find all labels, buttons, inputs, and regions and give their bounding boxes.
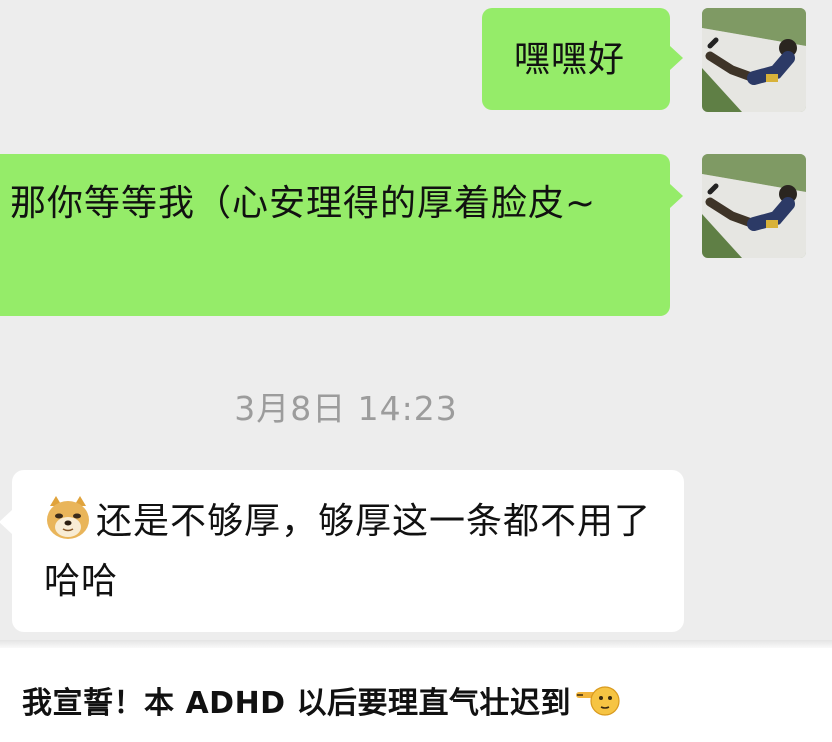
caption: 我宣誓！本 ADHD 以后要理直气壮迟到 bbox=[22, 678, 621, 722]
bubble-tail bbox=[670, 184, 683, 208]
bubble-tail bbox=[670, 46, 683, 70]
avatar-photo-icon bbox=[702, 8, 806, 112]
avatar-self-2[interactable] bbox=[702, 154, 806, 258]
timestamp: 3月8日 14:23 bbox=[234, 389, 458, 428]
message-text: 还是不够厚，够厚这一条都不用了哈哈 bbox=[44, 501, 652, 602]
message-text: 那你等等我（心安理得的厚着脸皮~ bbox=[10, 183, 597, 224]
message-text-wrapper: 还是不够厚，够厚这一条都不用了哈哈 bbox=[44, 492, 664, 612]
doge-emoji-icon bbox=[44, 494, 92, 542]
message-bubble-self-1[interactable]: 嘿嘿好 bbox=[482, 8, 670, 110]
message-bubble-other[interactable]: 还是不够厚，够厚这一条都不用了哈哈 bbox=[12, 470, 684, 632]
caption-text: 我宣誓！本 ADHD 以后要理直气壮迟到 bbox=[22, 686, 572, 721]
message-text: 嘿嘿好 bbox=[514, 39, 626, 80]
avatar-self-1[interactable] bbox=[702, 8, 806, 112]
chat-screenshot: 嘿嘿好 那你等等我（心安理得的厚着脸皮~ 3月8日 14:23 还是不够厚，够厚… bbox=[0, 0, 832, 648]
message-bubble-self-2[interactable]: 那你等等我（心安理得的厚着脸皮~ bbox=[0, 154, 670, 316]
bubble-tail bbox=[0, 510, 12, 534]
avatar-photo-icon bbox=[702, 154, 806, 258]
pointing-left-emoji-icon bbox=[575, 683, 621, 719]
